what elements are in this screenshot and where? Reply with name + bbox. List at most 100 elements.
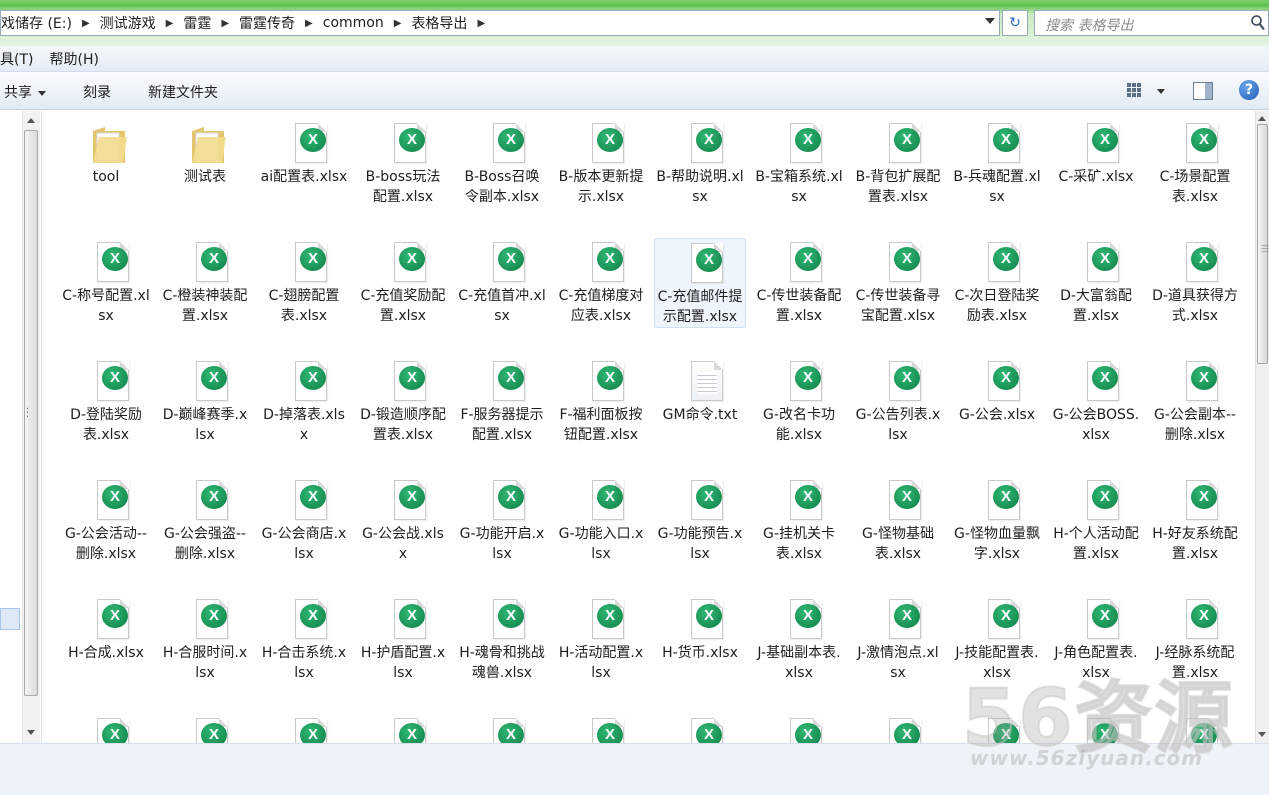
help-icon[interactable]: ? (1239, 80, 1259, 100)
new-folder-button[interactable]: 新建文件夹 (148, 82, 218, 102)
breadcrumb-chevron-icon[interactable]: ▶ (390, 18, 412, 29)
file-item[interactable]: XL-聊天.xlsx (1149, 714, 1241, 743)
file-item[interactable]: X G-挂机关卡表.xlsx (753, 476, 845, 564)
file-item[interactable]: X J-基础副本表.xlsx (753, 595, 845, 683)
file-item[interactable]: X H-货币.xlsx (654, 595, 746, 663)
file-item[interactable]: XK-开光配置.xlsx (555, 714, 647, 743)
file-item[interactable]: X H-活动配置.xlsx (555, 595, 647, 683)
view-options-icon[interactable] (1126, 82, 1142, 98)
file-item[interactable]: X C-充值奖励配置.xlsx (357, 238, 449, 326)
file-item[interactable]: XK-跨服配置表.xlsx (951, 714, 1043, 743)
file-item[interactable]: X G-改名卡功能.xlsx (753, 357, 845, 445)
breadcrumb-chevron-icon[interactable]: ▶ (473, 18, 495, 29)
file-item[interactable]: XK-开服激活角色奖励配 (456, 714, 548, 743)
nav-selected-item[interactable] (0, 608, 20, 630)
file-item[interactable]: XJ-经验-金币炼制.xlsx (159, 714, 251, 743)
file-item[interactable]: X H-合击系统.xlsx (258, 595, 350, 683)
file-item[interactable]: X B-Boss召唤令副本.xlsx (456, 119, 548, 207)
preview-pane-icon[interactable] (1193, 82, 1213, 100)
file-item[interactable]: X B-boss玩法配置.xlsx (357, 119, 449, 207)
file-item[interactable]: X C-采矿.xlsx (1050, 119, 1142, 187)
file-item[interactable]: X G-公会BOSS.xlsx (1050, 357, 1142, 445)
file-item[interactable]: X G-公会战.xlsx (357, 476, 449, 564)
file-item[interactable]: 测试表 (159, 119, 251, 187)
file-item[interactable]: X G-怪物基础表.xlsx (852, 476, 944, 564)
file-item[interactable]: Xai配置表.xlsx (258, 119, 350, 187)
breadcrumb-chevron-icon[interactable]: ▶ (301, 18, 323, 29)
file-item[interactable]: X D-巅峰赛季.xlsx (159, 357, 251, 445)
file-item[interactable]: XL-礼包兑换码.xlsx (1050, 714, 1142, 743)
file-item[interactable]: X J-角色配置表.xlsx (1050, 595, 1142, 683)
search-box[interactable]: 搜索 表格导出 (1034, 10, 1269, 36)
file-item[interactable]: X G-怪物血量飘字.xlsx (951, 476, 1043, 564)
file-item[interactable]: X F-服务器提示配置.xlsx (456, 357, 548, 445)
file-item[interactable]: X J-技能配置表.xlsx (951, 595, 1043, 683)
file-item[interactable]: X C-称号配置.xlsx (60, 238, 152, 326)
breadcrumb-item[interactable]: 测试游戏 ▶ (100, 13, 184, 33)
menu-help[interactable]: 帮助(H) (49, 49, 106, 69)
address-bar[interactable]: 戏储存 (E:) ▶ 测试游戏 ▶ 雷霆 ▶ 雷霆传奇 ▶ common ▶ 表格导出 ▶ (0, 10, 1000, 36)
file-item[interactable]: X H-个人活动配置.xlsx (1050, 476, 1142, 564)
file-item[interactable]: X D-锻造顺序配置表.xlsx (357, 357, 449, 445)
file-item[interactable]: X B-兵魂配置.xlsx (951, 119, 1043, 207)
file-item[interactable]: XK-开光配置--删除.xlsx (654, 714, 746, 743)
file-item[interactable]: XJ-精炼系统.xlsx (258, 714, 350, 743)
breadcrumb-item[interactable]: 表格导出 ▶ (411, 13, 495, 33)
breadcrumb-item[interactable]: 雷霆传奇 ▶ (239, 13, 323, 33)
address-dropdown-icon[interactable] (985, 18, 995, 24)
breadcrumb-item[interactable]: 雷霆 ▶ (183, 13, 239, 33)
file-item[interactable]: X G-公会商店.xlsx (258, 476, 350, 564)
search-icon[interactable] (1250, 14, 1266, 32)
file-item[interactable]: X H-合成.xlsx (60, 595, 152, 663)
file-item[interactable]: X C-橙装神装配置.xlsx (159, 238, 251, 326)
refresh-icon[interactable]: ↻ (1002, 10, 1028, 36)
file-item[interactable]: X F-福利面板按钮配置.xlsx (555, 357, 647, 445)
scroll-down-icon[interactable] (1258, 732, 1266, 737)
file-item[interactable]: X B-帮助说明.xlsx (654, 119, 746, 207)
file-item[interactable]: X H-护盾配置.xlsx (357, 595, 449, 683)
file-item[interactable]: X G-公会.xlsx (951, 357, 1043, 425)
file-item[interactable]: X B-宝箱系统.xlsx (753, 119, 845, 207)
file-item[interactable]: X C-翅膀配置表.xlsx (258, 238, 350, 326)
burn-button[interactable]: 刻录 (83, 82, 111, 102)
search-input[interactable]: 搜索 表格导出 (1045, 15, 1133, 35)
file-item[interactable]: XK-跨服3v3.xlsx (753, 714, 845, 743)
file-item[interactable]: X D-登陆奖励表.xlsx (60, 357, 152, 445)
file-item[interactable]: X C-场景配置表.xlsx (1149, 119, 1241, 207)
file-item[interactable]: X G-公会强盗--删除.xlsx (159, 476, 251, 564)
file-item[interactable]: X G-公告列表.xlsx (852, 357, 944, 445)
file-item[interactable]: X H-好友系统配置.xlsx (1149, 476, 1241, 564)
file-item[interactable]: X C-传世装备寻宝配置.xlsx (852, 238, 944, 326)
file-item[interactable]: GM命令.txt (654, 357, 746, 425)
file-item[interactable]: X C-充值首冲.xlsx (456, 238, 548, 326)
file-item[interactable]: X J-经脉系统配置.xlsx (1149, 595, 1241, 683)
file-item[interactable]: XJ-爵位系统配置.xlsx (357, 714, 449, 743)
pane-splitter[interactable] (42, 111, 50, 743)
file-item[interactable]: X C-充值邮件提示配置.xlsx (654, 238, 746, 328)
file-item[interactable]: X C-充值梯度对应表.xlsx (555, 238, 647, 326)
breadcrumb-chevron-icon[interactable]: ▶ (162, 18, 184, 29)
breadcrumb-item[interactable]: 戏储存 (E:) ▶ (1, 13, 100, 33)
file-item[interactable]: XJ-经验副本.xlsx (60, 714, 152, 743)
file-item[interactable]: X B-背包扩展配置表.xlsx (852, 119, 944, 207)
breadcrumb-item[interactable]: common ▶ (323, 15, 412, 31)
nav-scroll-up-icon[interactable] (27, 118, 35, 123)
file-item[interactable]: X G-功能预告.xlsx (654, 476, 746, 564)
file-item[interactable]: X J-激情泡点.xlsx (852, 595, 944, 683)
breadcrumb-chevron-icon[interactable]: ▶ (78, 18, 100, 29)
scroll-up-icon[interactable] (1258, 116, 1266, 121)
file-item[interactable]: X B-版本更新提示.xlsx (555, 119, 647, 207)
file-item[interactable]: X D-掉落表.xlsx (258, 357, 350, 445)
file-item[interactable]: X C-传世装备配置.xlsx (753, 238, 845, 326)
file-item[interactable]: X G-公会活动--删除.xlsx (60, 476, 152, 564)
nav-scroll-down-icon[interactable] (27, 730, 35, 735)
file-item[interactable]: X D-大富翁配置.xlsx (1050, 238, 1142, 326)
menu-tools[interactable]: 具(T) (0, 49, 41, 69)
file-item[interactable]: X H-合服时间.xlsx (159, 595, 251, 683)
file-item[interactable]: X D-道具获得方式.xlsx (1149, 238, 1241, 326)
file-item[interactable]: tool (60, 119, 152, 187)
file-item[interactable]: X C-次日登陆奖励表.xlsx (951, 238, 1043, 326)
file-item[interactable]: X G-公会副本--删除.xlsx (1149, 357, 1241, 445)
file-item[interactable]: X H-魂骨和挑战魂兽.xlsx (456, 595, 548, 683)
file-item[interactable]: X G-功能入口.xlsx (555, 476, 647, 564)
